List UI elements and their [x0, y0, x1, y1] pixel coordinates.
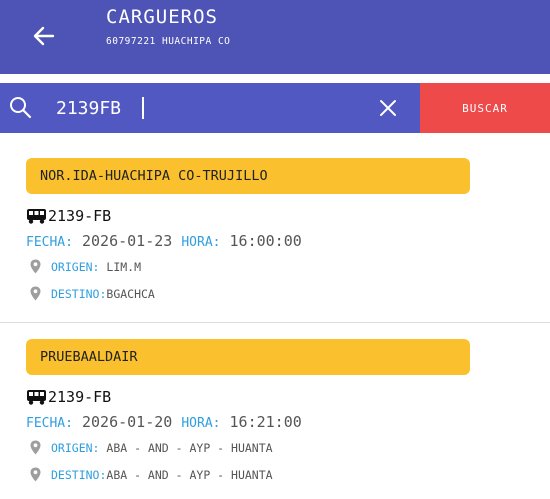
location-pin-icon — [30, 467, 41, 482]
origen-value: ABA - AND - AYP - HUANTA — [106, 440, 273, 455]
clear-search-button[interactable] — [375, 95, 401, 121]
location-pin-icon — [30, 259, 41, 274]
hora-value: 16:21:00 — [229, 413, 302, 431]
back-button[interactable] — [26, 18, 62, 54]
destino-row: DESTINO: BGACHCA — [30, 286, 155, 301]
buscar-button[interactable]: BUSCAR — [420, 83, 550, 133]
close-icon — [380, 100, 396, 116]
date-time-row: FECHA: 2026-01-23 HORA: 16:00:00 — [26, 232, 302, 250]
destino-value: ABA - AND - AYP - HUANTA — [106, 467, 273, 482]
destino-value: BGACHCA — [106, 286, 155, 301]
destino-label: DESTINO: — [51, 286, 107, 301]
search-input[interactable] — [56, 93, 356, 123]
location-pin-icon — [30, 286, 41, 301]
destino-label: DESTINO: — [51, 467, 107, 482]
app-subtitle: 60797221 HUACHIPA CO — [106, 36, 231, 47]
bus-icon — [27, 390, 46, 405]
trip-card[interactable]: NOR.IDA-HUACHIPA CO-TRUJILLO 2139-FB FEC… — [0, 150, 550, 322]
fecha-value: 2026-01-23 — [82, 232, 173, 250]
arrow-left-icon — [33, 26, 55, 46]
origen-row: ORIGEN: ABA - AND - AYP - HUANTA — [30, 440, 273, 455]
fecha-label: FECHA: — [26, 235, 73, 250]
route-badge: PRUEBAALDAIR — [26, 339, 470, 375]
search-bar: BUSCAR — [0, 83, 550, 133]
hora-label: HORA: — [181, 416, 221, 431]
hora-label: HORA: — [181, 235, 221, 250]
plate-number: 2139-FB — [48, 207, 112, 225]
trip-card[interactable]: PRUEBAALDAIR 2139-FB FECHA: 2026-01-20 H… — [0, 331, 550, 499]
date-time-row: FECHA: 2026-01-20 HORA: 16:21:00 — [26, 413, 302, 431]
origen-label: ORIGEN: — [51, 259, 100, 274]
app-title: CARGUEROS — [106, 6, 218, 28]
fecha-label: FECHA: — [26, 416, 73, 431]
text-caret — [142, 97, 144, 119]
fecha-value: 2026-01-20 — [82, 413, 173, 431]
search-icon — [10, 97, 32, 119]
origen-row: ORIGEN: LIM.M — [30, 259, 141, 274]
app-bar: CARGUEROS 60797221 HUACHIPA CO — [0, 0, 550, 74]
route-badge: NOR.IDA-HUACHIPA CO-TRUJILLO — [26, 158, 470, 194]
origen-label: ORIGEN: — [51, 440, 100, 455]
hora-value: 16:00:00 — [229, 232, 302, 250]
location-pin-icon — [30, 440, 41, 455]
origen-value: LIM.M — [106, 259, 142, 274]
plate-row: 2139-FB — [26, 205, 111, 227]
destino-row: DESTINO: ABA - AND - AYP - HUANTA — [30, 467, 273, 482]
bus-icon — [27, 209, 46, 224]
plate-number: 2139-FB — [48, 388, 112, 406]
plate-row: 2139-FB — [26, 386, 111, 408]
card-divider — [0, 322, 550, 323]
